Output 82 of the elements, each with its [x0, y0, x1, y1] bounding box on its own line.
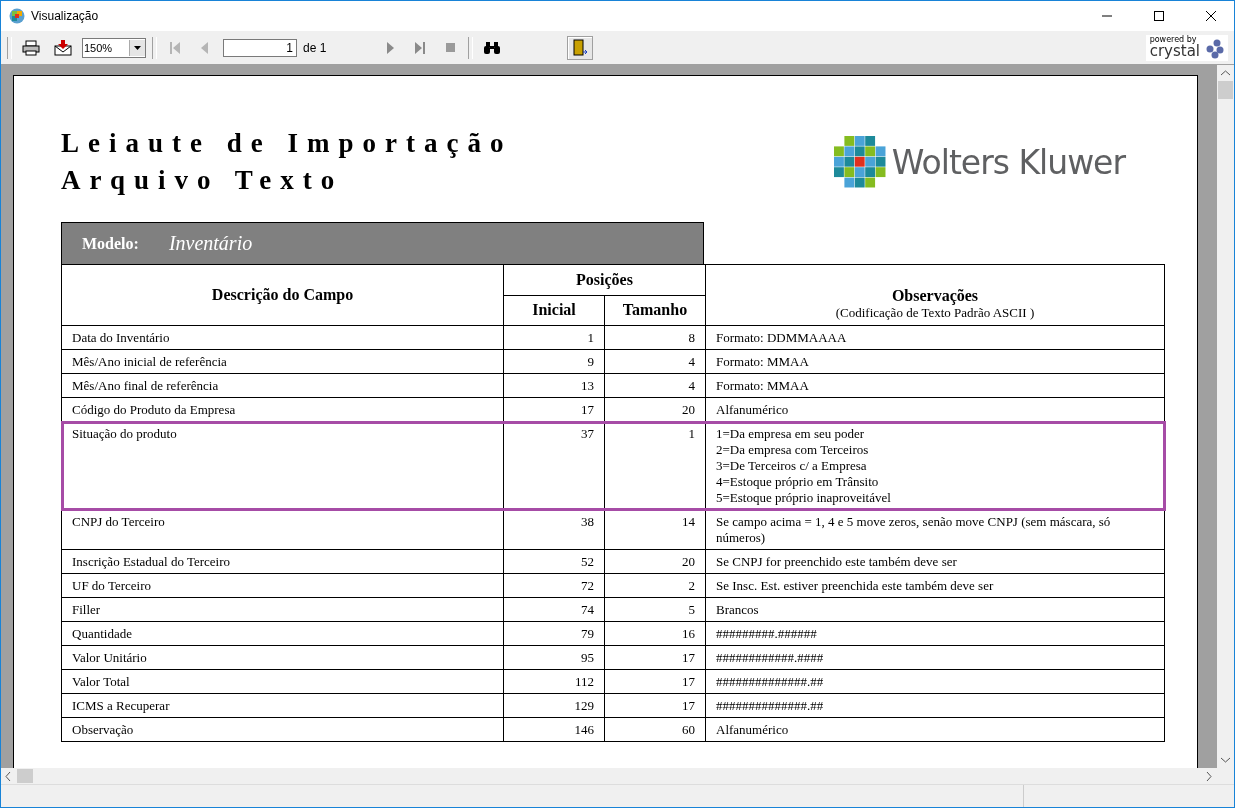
page-number-field[interactable]: 1 — [223, 38, 297, 57]
scroll-right-icon[interactable] — [1206, 771, 1212, 781]
window-title: Visualização — [31, 9, 100, 23]
table-cell: 13 — [503, 373, 605, 398]
table-cell: Mês/Ano inicial de referência — [61, 349, 504, 374]
exit-button[interactable] — [567, 35, 594, 60]
table-cell: 17 — [604, 693, 706, 718]
table-cell: 20 — [604, 549, 706, 574]
app-icon — [9, 8, 25, 24]
table-cell: Código do Produto da Empresa — [61, 397, 504, 422]
table-cell: 16 — [604, 621, 706, 646]
table-cell: 146 — [503, 717, 605, 742]
column-header: Observações (Codificação de Texto Padrão ASCII ) — [705, 264, 1165, 326]
table-cell: 129 — [503, 693, 605, 718]
model-label: Modelo: — [82, 234, 139, 253]
table-cell: Quantidade — [61, 621, 504, 646]
stop-icon — [445, 43, 455, 52]
scroll-up-icon[interactable] — [1221, 70, 1230, 76]
maximize-icon — [1154, 11, 1164, 21]
table-cell: Filler — [61, 597, 504, 622]
table-cell: Data do Inventário — [61, 325, 504, 350]
triangle-right-icon — [385, 41, 396, 54]
column-header: Inicial — [503, 295, 605, 326]
table-cell: Valor Unitário — [61, 645, 504, 670]
table-cell: 52 — [503, 549, 605, 574]
skip-first-icon — [170, 41, 180, 54]
table-cell: ##############.## — [705, 693, 1165, 718]
table-cell: Observação — [61, 717, 504, 742]
table-cell: CNPJ do Terceiro — [61, 509, 504, 550]
report-title: Leiaute de Importação — [61, 127, 513, 160]
table-cell: 4 — [604, 373, 706, 398]
table-cell: 60 — [604, 717, 706, 742]
table-cell: Alfanumérico — [705, 717, 1165, 742]
table-cell: 5 — [604, 597, 706, 622]
table-cell: Se CNPJ for preenchido este também deve ser — [705, 549, 1165, 574]
table-cell: 74 — [503, 597, 605, 622]
table-cell: Se Insc. Est. estiver preenchida este também deve ser — [705, 573, 1165, 598]
zoom-select[interactable]: 150% — [82, 37, 146, 58]
table-cell: 1 — [503, 325, 605, 350]
table-cell: ICMS a Recuperar — [61, 693, 504, 718]
table-cell: ############.#### — [705, 645, 1165, 670]
table-cell: 38 — [503, 509, 605, 550]
printer-icon — [22, 39, 40, 56]
table-cell: Inscrição Estadual do Terceiro — [61, 549, 504, 574]
table-cell: Formato: DDMMAAAA — [705, 325, 1165, 350]
envelope-icon — [54, 39, 72, 56]
column-header: Descrição do Campo — [61, 264, 504, 326]
table-cell: 14 — [604, 509, 706, 550]
table-cell: 9 — [503, 349, 605, 374]
table-cell: Brancos — [705, 597, 1165, 622]
table-cell: Mês/Ano final de referência — [61, 373, 504, 398]
table-cell: 17 — [604, 669, 706, 694]
table-cell: 95 — [503, 645, 605, 670]
table-cell: ##############.## — [705, 669, 1165, 694]
triangle-left-icon — [200, 41, 210, 54]
table-cell: #########.###### — [705, 621, 1165, 646]
scroll-down-icon[interactable] — [1221, 757, 1230, 763]
binoculars-icon — [483, 40, 502, 55]
crystal-logo: powered by crystal — [1145, 34, 1228, 61]
table-cell: Formato: MMAA — [705, 349, 1165, 374]
table-cell: UF do Terceiro — [61, 573, 504, 598]
scroll-left-icon[interactable] — [5, 771, 11, 781]
table-cell: 17 — [604, 645, 706, 670]
table-cell: 79 — [503, 621, 605, 646]
table-cell: 112 — [503, 669, 605, 694]
table-cell: 4 — [604, 349, 706, 374]
table-cell: Formato: MMAA — [705, 373, 1165, 398]
door-icon — [571, 38, 590, 57]
table-cell: 72 — [503, 573, 605, 598]
close-icon — [1206, 11, 1216, 21]
column-header: Posições — [503, 264, 706, 295]
scrollbar-thumb[interactable] — [1218, 81, 1233, 99]
table-cell: Se campo acima = 1, 4 e 5 move zeros, senão move CNPJ (sem máscara, só números) — [705, 509, 1165, 550]
table-cell: 2 — [604, 573, 706, 598]
model-value: Inventário — [168, 232, 253, 255]
table-cell: Valor Total — [61, 669, 504, 694]
table-cell: 8 — [604, 325, 706, 350]
caret-icon — [134, 45, 141, 50]
scrollbar-thumb[interactable] — [17, 769, 33, 783]
page-count: de 1 — [303, 40, 327, 55]
skip-last-icon — [415, 41, 426, 54]
report-title: Arquivo Texto — [61, 164, 345, 197]
